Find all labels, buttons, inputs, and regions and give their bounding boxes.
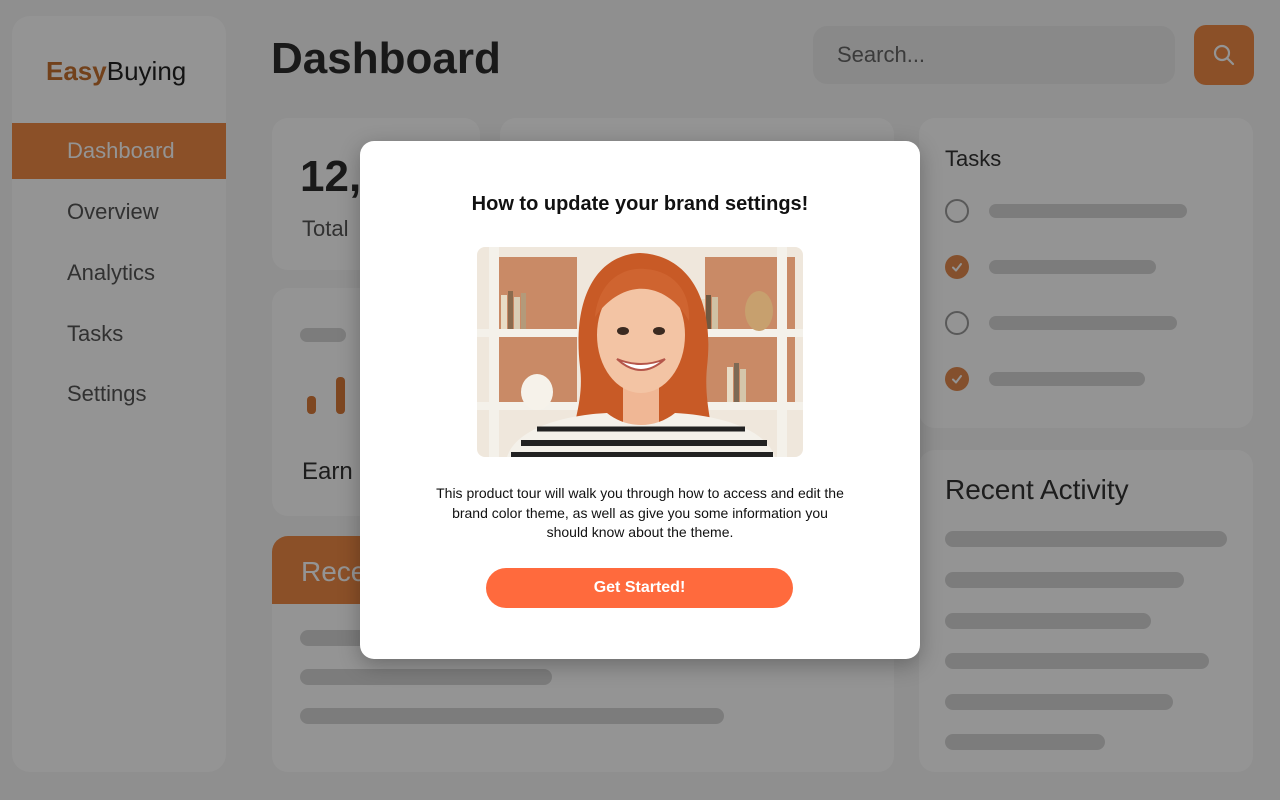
modal-description: This product tour will walk you through …: [436, 485, 844, 540]
onboarding-modal: How to update your brand settings! This …: [360, 141, 920, 659]
get-started-button[interactable]: Get Started!: [486, 568, 793, 608]
modal-title: How to update your brand settings!: [471, 193, 809, 215]
portrait-photo: [477, 247, 803, 457]
